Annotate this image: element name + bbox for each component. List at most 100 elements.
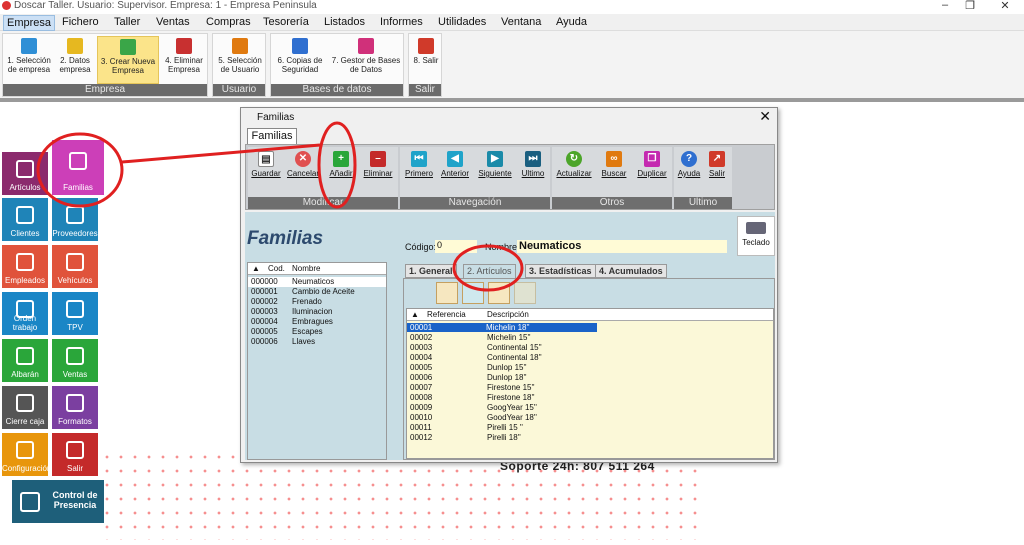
ribbon-group-label: Salir	[409, 84, 441, 96]
target-icon[interactable]	[462, 282, 484, 304]
duplicar-button[interactable]: ❐ Duplicar	[634, 151, 670, 178]
tile-familias[interactable]: Familias	[52, 140, 104, 195]
table-row[interactable]: 00001 Michelin 18''	[407, 323, 773, 333]
eliminar-empresa-button[interactable]: 4. Eliminar Empresa	[161, 36, 207, 84]
tile-albaran[interactable]: Albarán	[2, 339, 48, 382]
header-nombre[interactable]: Nombre	[292, 264, 320, 273]
menu-fichero[interactable]: Fichero	[59, 15, 102, 29]
close-window-button[interactable]: ✕	[990, 0, 1020, 12]
tab-general[interactable]: 1. General	[405, 264, 457, 278]
tile-control-presencia[interactable]: Control de Presencia	[12, 480, 104, 523]
menu-ventana[interactable]: Ventana	[498, 15, 544, 29]
guardar-button[interactable]: ▤ Guardar	[250, 151, 282, 178]
list-item[interactable]: 000000 Neumaticos	[248, 277, 386, 287]
list-item[interactable]: 000002 Frenado	[248, 297, 386, 307]
table-row[interactable]: 00011 Pirelli 15 ''	[407, 423, 773, 433]
employee-icon	[16, 253, 34, 271]
teclado-button[interactable]: Teclado	[737, 216, 775, 256]
table-row[interactable]: 00002 Michelin 15''	[407, 333, 773, 343]
tile-formatos[interactable]: Formatos	[52, 386, 98, 429]
home-icon	[21, 38, 37, 54]
eliminar-button[interactable]: – Eliminar	[360, 151, 396, 178]
menu-ventas[interactable]: Ventas	[153, 15, 193, 29]
datos-empresa-button[interactable]: 2. Datos empresa	[55, 36, 95, 84]
table-row[interactable]: 00012 Pirelli 18''	[407, 433, 773, 443]
tile-vehiculos[interactable]: Vehículos	[52, 245, 98, 288]
actualizar-button[interactable]: ↻ Actualizar	[554, 151, 594, 178]
header-referencia[interactable]: Referencia	[427, 310, 466, 319]
table-row[interactable]: 00003 Continental 15''	[407, 343, 773, 353]
menu-empresa[interactable]: Empresa	[3, 15, 56, 31]
table-row[interactable]: 00007 Firestone 15''	[407, 383, 773, 393]
tab-acumulados[interactable]: 4. Acumulados	[595, 264, 667, 278]
tile-cierre-caja[interactable]: Cierre caja	[2, 386, 48, 429]
codigo-field[interactable]: 0	[435, 240, 477, 253]
menu-taller[interactable]: Taller	[111, 15, 143, 29]
seleccion-usuario-button[interactable]: 5. Selección de Usuario	[215, 36, 265, 84]
gestor-bases-datos-button[interactable]: 7. Gestor de Bases de Datos	[329, 36, 403, 84]
table-row[interactable]: 00008 Firestone 18''	[407, 393, 773, 403]
ayuda-button[interactable]: ? Ayuda	[676, 151, 702, 178]
primero-button[interactable]: ⏮ Primero	[402, 151, 436, 178]
list-item[interactable]: 000004 Embragues	[248, 317, 386, 327]
articulos-list[interactable]: ▲ Referencia Descripción 00001 Michelin 1…	[406, 308, 774, 459]
menu-informes[interactable]: Informes	[377, 15, 426, 29]
tab-articulos[interactable]: 2. Artículos	[463, 264, 516, 278]
lightning-icon[interactable]	[436, 282, 458, 304]
grid-export-icon[interactable]	[488, 282, 510, 304]
tile-ventas[interactable]: Ventas	[52, 339, 98, 382]
siguiente-button[interactable]: ▶ Siguiente	[476, 151, 514, 178]
dialog-close-button[interactable]: ✕	[759, 108, 771, 125]
tile-label: Empleados	[4, 276, 46, 285]
ribbon-group-label: Usuario	[213, 84, 265, 96]
tile-salir[interactable]: Salir	[52, 433, 98, 476]
tile-configuracion[interactable]: Configuración	[2, 433, 51, 476]
buscar-button[interactable]: ∞ Buscar	[598, 151, 630, 178]
tab-familias[interactable]: Familias	[247, 128, 297, 144]
crear-empresa-button[interactable]: 3. Crear Nueva Empresa	[97, 36, 159, 84]
table-row[interactable]: 00009 GoogYear 15''	[407, 403, 773, 413]
anadir-button[interactable]: + Añadir	[326, 151, 356, 178]
menu-tesoreria[interactable]: Tesorería	[260, 15, 312, 29]
tab-estadisticas[interactable]: 3. Estadísticas	[525, 264, 596, 278]
dialog-body: Familias Código: 0 Nombre: Neumaticos Te…	[245, 212, 775, 460]
header-cod[interactable]: Cod.	[268, 264, 285, 273]
tile-clientes[interactable]: Clientes	[2, 198, 48, 241]
table-row[interactable]: 00010 GoodYear 18''	[407, 413, 773, 423]
cancelar-button[interactable]: ✕ Cancelar	[286, 151, 320, 178]
hierarchy-icon	[69, 152, 87, 170]
first-record-icon: ⏮	[411, 151, 427, 167]
ribbon: 1. Selección de empresa 2. Datos empresa…	[0, 31, 1024, 98]
header-descripcion[interactable]: Descripción	[487, 310, 529, 319]
menu-compras[interactable]: Compras	[203, 15, 254, 29]
nombre-field[interactable]: Neumaticos	[517, 240, 727, 253]
list-item[interactable]: 000006 Llaves	[248, 337, 386, 347]
menu-listados[interactable]: Listados	[321, 15, 368, 29]
familias-list[interactable]: ▲ Cod. Nombre 000000 Neumaticos 000001 Cam…	[247, 262, 387, 460]
anterior-button[interactable]: ◀ Anterior	[438, 151, 472, 178]
print-icon[interactable]	[514, 282, 536, 304]
salir-dialog-button[interactable]: ↗ Salir	[704, 151, 730, 178]
ribbon-group-label: Bases de datos	[271, 84, 403, 96]
list-item[interactable]: 000005 Escapes	[248, 327, 386, 337]
tile-orden-trabajo[interactable]: Orden trabajo	[2, 292, 48, 335]
menu-ayuda[interactable]: Ayuda	[553, 15, 590, 29]
list-item[interactable]: 000001 Cambio de Aceite	[248, 287, 386, 297]
maximize-button[interactable]: ❐	[955, 0, 985, 12]
menu-utilidades[interactable]: Utilidades	[435, 15, 489, 29]
salir-ribbon-button[interactable]: 8. Salir	[410, 36, 442, 84]
tile-articulos[interactable]: Artículos	[2, 152, 48, 195]
table-row[interactable]: 00005 Dunlop 15''	[407, 363, 773, 373]
table-row[interactable]: 00004 Continental 18''	[407, 353, 773, 363]
copias-seguridad-button[interactable]: 6. Copias de Seguridad	[273, 36, 327, 84]
seleccion-empresa-button[interactable]: 1. Selección de empresa	[5, 36, 53, 84]
ultimo-button[interactable]: ⏭ Ultimo	[518, 151, 548, 178]
tile-label: Proveedores	[52, 229, 98, 238]
tile-proveedores[interactable]: Proveedores	[52, 198, 98, 241]
table-row[interactable]: 00006 Dunlop 18''	[407, 373, 773, 383]
list-item[interactable]: 000003 Iluminacion	[248, 307, 386, 317]
users-icon	[232, 38, 248, 54]
tile-empleados[interactable]: Empleados	[2, 245, 48, 288]
guardar-label: Guardar	[251, 169, 281, 178]
tile-tpv[interactable]: TPV	[52, 292, 98, 335]
